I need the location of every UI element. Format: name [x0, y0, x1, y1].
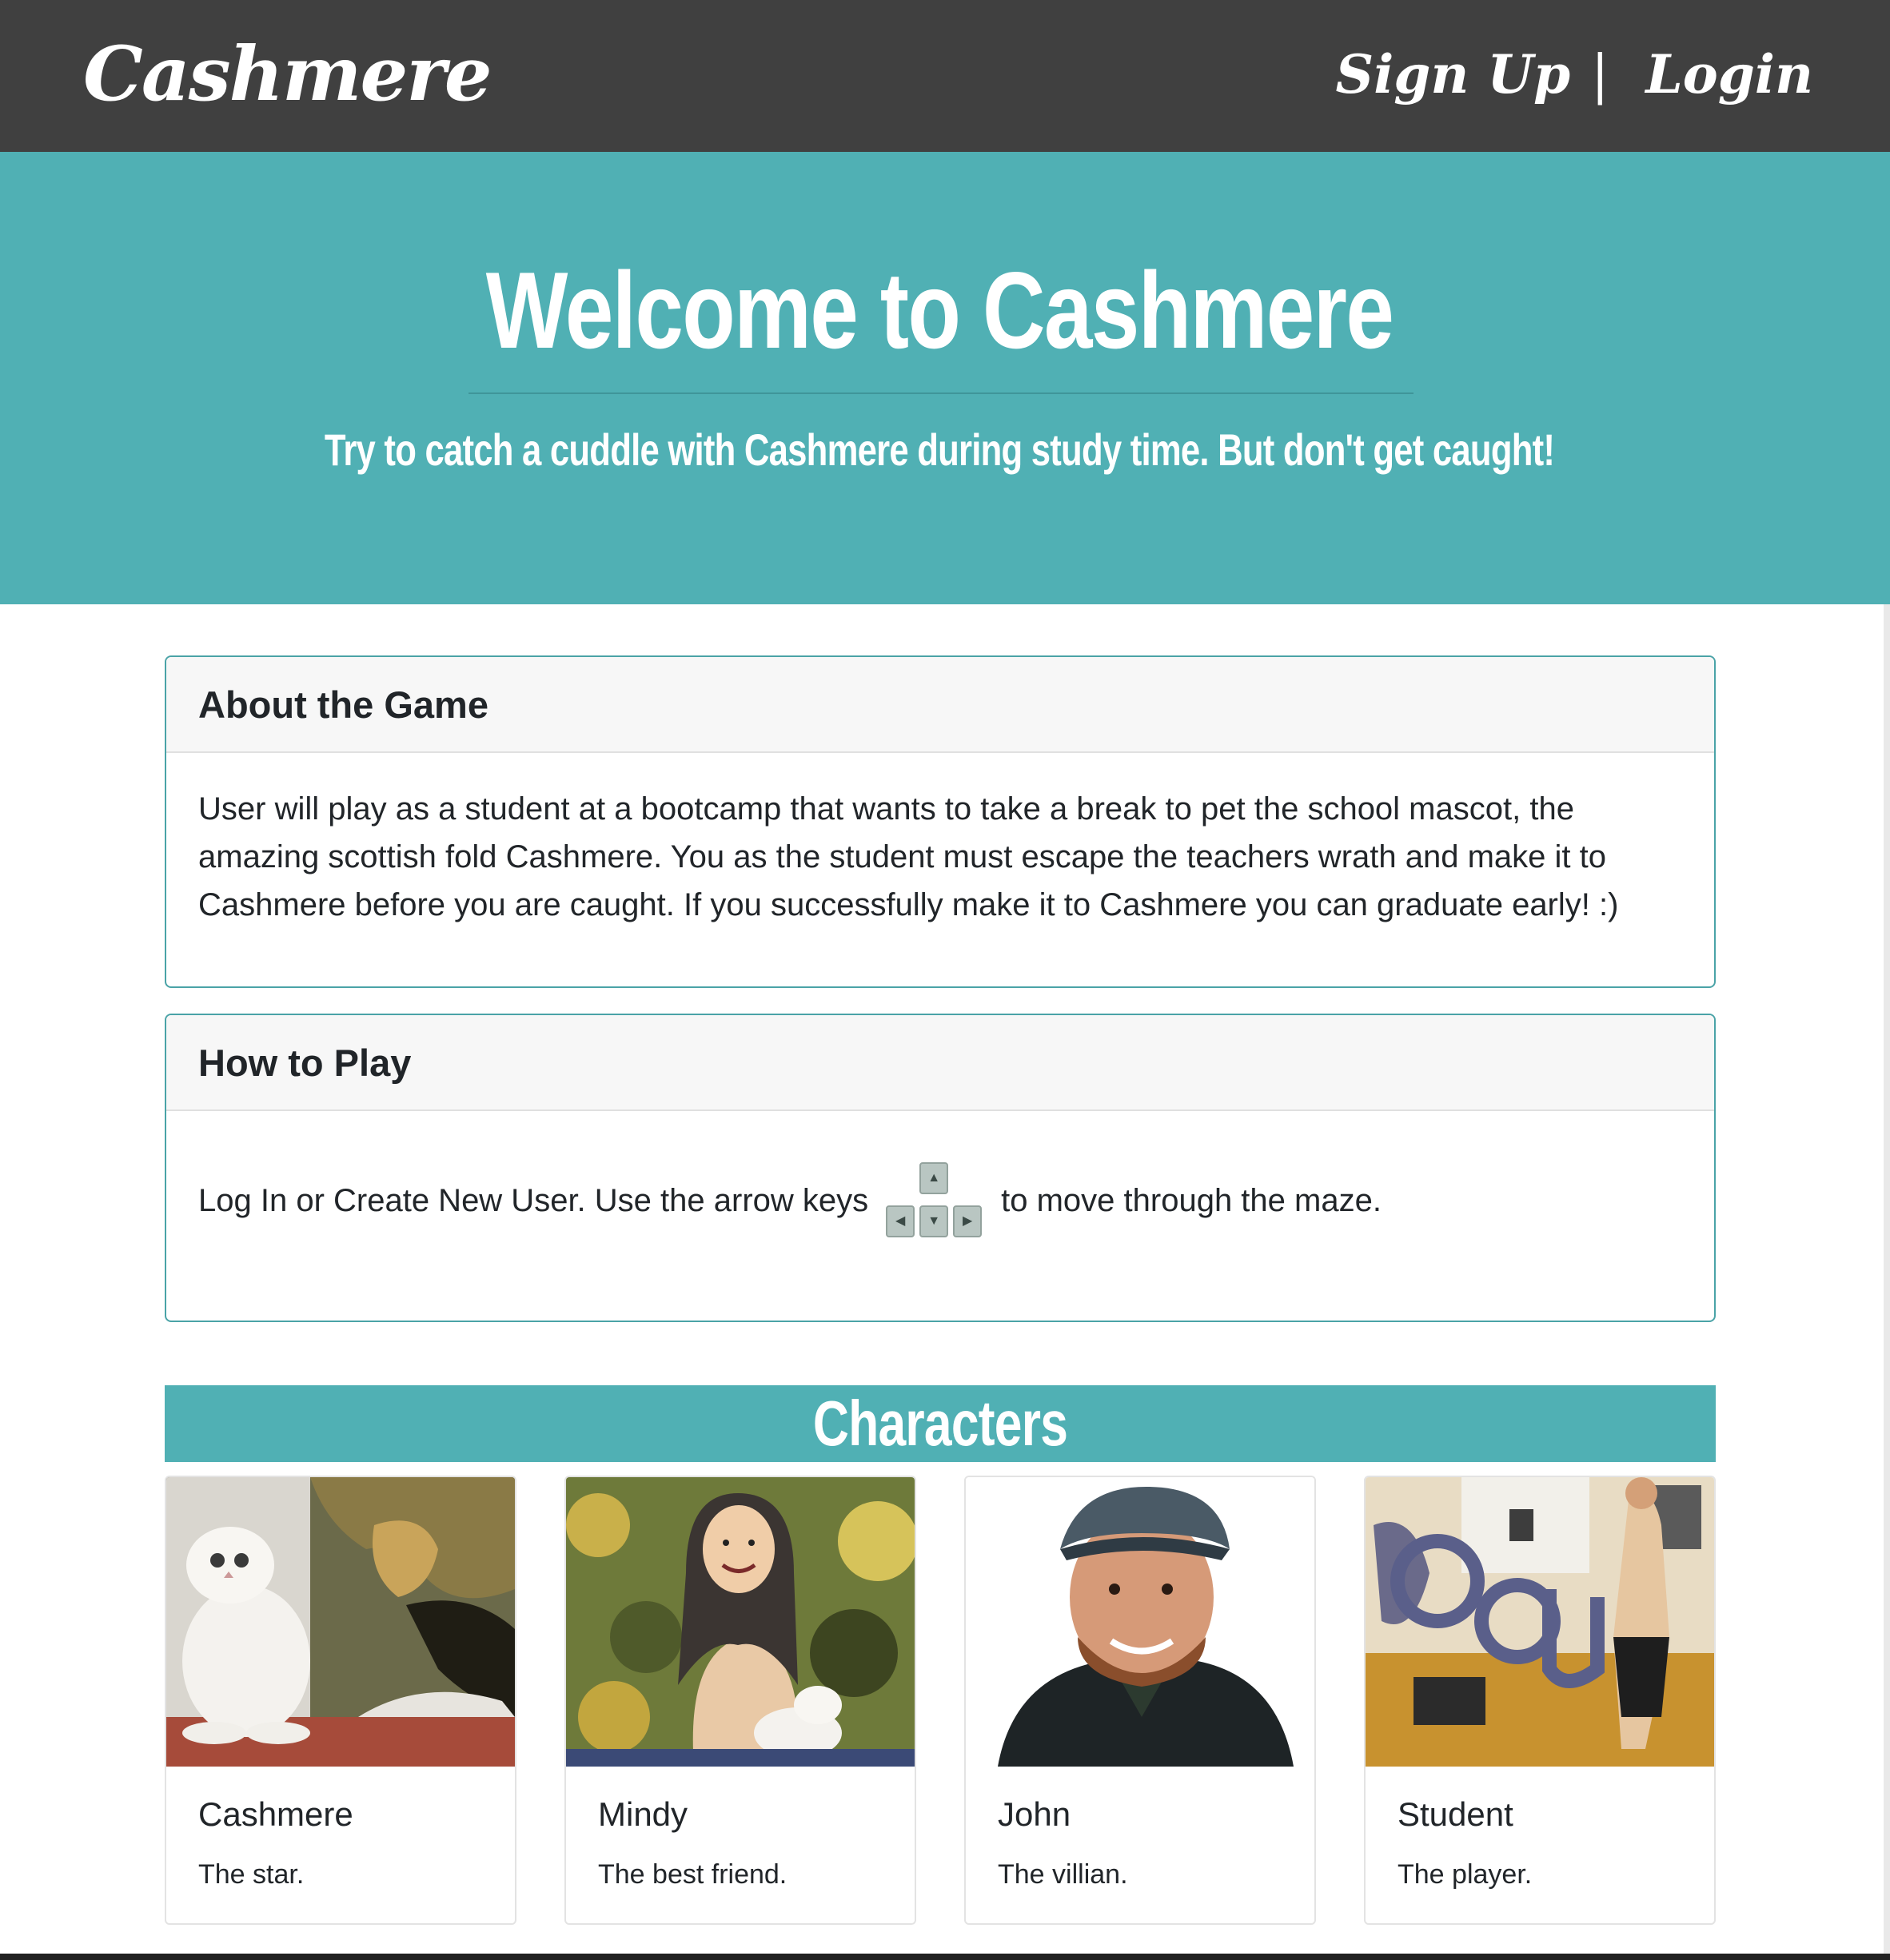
character-card-john[interactable]: John The villian. [964, 1476, 1316, 1925]
character-name: Student [1398, 1795, 1513, 1833]
character-description: The best friend. [598, 1859, 788, 1890]
howto-text-after: to move through the maze. [1001, 1183, 1382, 1218]
about-card-title: About the Game [166, 657, 1714, 753]
arrow-down-key-icon: ▼ [919, 1205, 949, 1237]
character-card-cashmere[interactable]: Cashmere The star. [165, 1476, 516, 1925]
page-scroll-edge [1884, 604, 1890, 1955]
about-card: About the Game User will play as a stude… [165, 655, 1716, 988]
cat-image [166, 1477, 515, 1767]
bottom-edge [0, 1954, 1890, 1960]
howto-card-body: Log In or Create New User. Use the arrow… [166, 1111, 1714, 1239]
navbar: Cashmere Sign Up | Login [0, 0, 1890, 152]
characters-title: Characters [812, 1388, 1068, 1459]
hero-title: Welcome to Cashmere [485, 249, 1394, 371]
character-description: The player. [1398, 1859, 1533, 1890]
hero-subtitle: Try to catch a cuddle with Cashmere duri… [324, 424, 1555, 475]
arrow-up-key-icon: ▲ [919, 1162, 949, 1194]
characters-heading: Characters [165, 1385, 1716, 1462]
howto-card: How to Play Log In or Create New User. U… [165, 1014, 1716, 1322]
nav-links: Sign Up | Login [1336, 43, 1813, 106]
nav-separator: | [1591, 43, 1609, 106]
character-description: The villian. [998, 1859, 1128, 1890]
login-link[interactable]: Login [1645, 43, 1813, 106]
arrow-keys-icon: ▲ ◀ ▼ ▶ [884, 1162, 983, 1239]
signup-link[interactable]: Sign Up [1336, 43, 1571, 106]
character-name: John [998, 1795, 1071, 1833]
character-card-student[interactable]: Student The player. [1364, 1476, 1716, 1925]
character-name: Mindy [598, 1795, 688, 1833]
woman-image [566, 1477, 915, 1767]
howto-card-title: How to Play [166, 1015, 1714, 1111]
hero-banner: Welcome to Cashmere Try to catch a cuddl… [0, 152, 1890, 604]
character-description: The star. [198, 1859, 305, 1890]
hero-divider [469, 392, 1414, 394]
character-card-mindy[interactable]: Mindy The best friend. [564, 1476, 916, 1925]
about-card-text: User will play as a student at a bootcam… [198, 791, 1619, 922]
brand-logo[interactable]: Cashmere [83, 30, 492, 118]
arrow-left-key-icon: ◀ [886, 1205, 915, 1237]
man-image [966, 1477, 1314, 1767]
howto-text-before: Log In or Create New User. Use the arrow… [198, 1183, 869, 1218]
arrow-right-key-icon: ▶ [953, 1205, 983, 1237]
character-name: Cashmere [198, 1795, 353, 1833]
classroom-image [1366, 1477, 1714, 1767]
